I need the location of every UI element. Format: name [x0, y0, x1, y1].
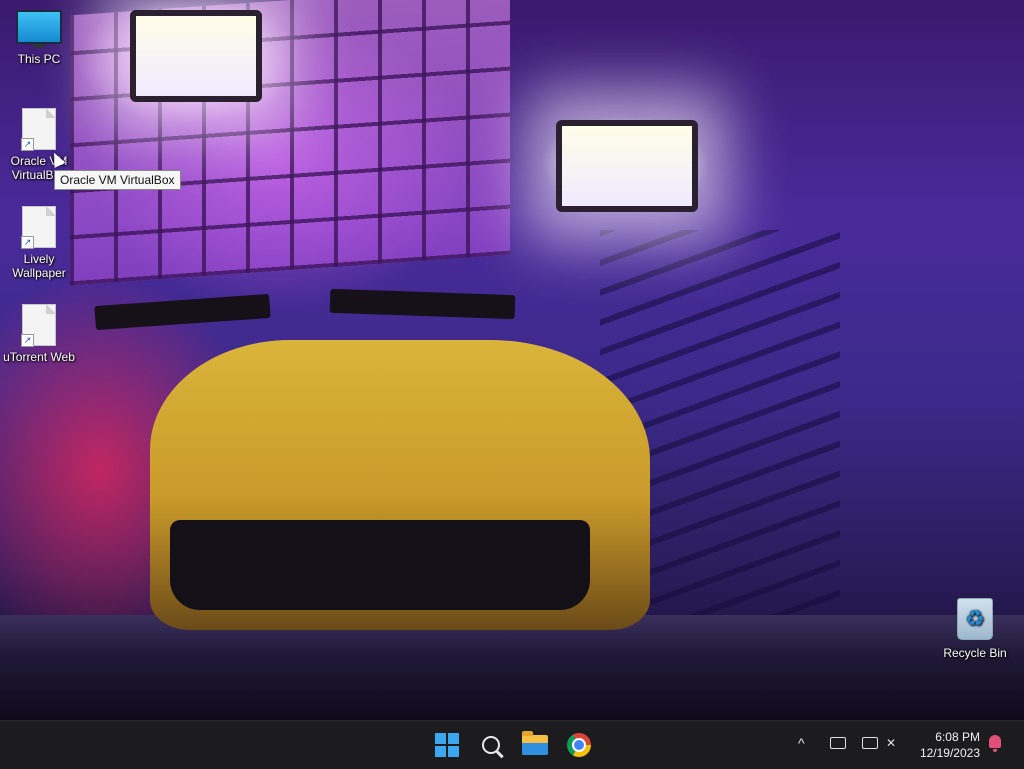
desktop-icon-label: uTorrent Web [3, 350, 75, 364]
windows-logo-icon [435, 733, 459, 757]
network-icon[interactable] [862, 737, 878, 749]
shortcut-arrow-icon: ↗ [21, 138, 34, 151]
clock-date: 12/19/2023 [919, 746, 980, 760]
file-shortcut-icon: ↗ [21, 108, 56, 151]
taskbar: ^ ✕ 6:08 PM 12/19/2023 [0, 720, 1024, 769]
wallpaper-floodlight-left [130, 10, 262, 102]
desktop-icon-utorrent-web[interactable]: ↗ uTorrent Web [1, 304, 77, 364]
wallpaper-floodlight-right [556, 120, 698, 212]
clock-time: 6:08 PM [935, 730, 980, 744]
wallpaper-car-wing-left [94, 293, 271, 331]
chrome-button[interactable] [564, 730, 594, 760]
desktop-icon-label: This PC [17, 52, 61, 66]
desktop-icon-label: Lively Wallpaper [12, 252, 66, 280]
recycle-bin-icon: ♻ [957, 598, 993, 640]
desktop-icon-this-pc[interactable]: This PC [1, 10, 77, 66]
desktop-icon-lively-wallpaper[interactable]: ↗ Lively Wallpaper [1, 206, 77, 280]
desktop-icon-label: Recycle Bin [943, 646, 1007, 660]
file-shortcut-icon: ↗ [21, 206, 56, 249]
tray-overflow-chevron[interactable]: ^ [798, 735, 805, 751]
tooltip: Oracle VM VirtualBox [54, 170, 181, 190]
search-icon [482, 736, 500, 754]
wallpaper-floor [0, 615, 1024, 720]
folder-icon [522, 731, 548, 755]
wallpaper-car-bottom [170, 520, 590, 610]
monitor-icon [16, 10, 62, 48]
desktop-wallpaper [0, 0, 1024, 720]
shortcut-arrow-icon: ↗ [21, 334, 34, 347]
wallpaper-car-wing-right [329, 288, 516, 320]
search-button[interactable] [476, 730, 506, 760]
file-shortcut-icon: ↗ [21, 304, 56, 347]
start-button[interactable] [432, 730, 462, 760]
notification-bell-icon[interactable] [989, 735, 1001, 752]
chrome-icon [567, 733, 591, 757]
onedrive-cloud-icon[interactable] [830, 737, 846, 749]
desktop-icon-recycle-bin[interactable]: ♻ Recycle Bin [937, 598, 1013, 660]
shortcut-arrow-icon: ↗ [21, 236, 34, 249]
file-explorer-button[interactable] [520, 730, 550, 760]
system-clock[interactable]: 6:08 PM 12/19/2023 [920, 729, 980, 761]
volume-muted-icon[interactable]: ✕ [886, 736, 896, 750]
